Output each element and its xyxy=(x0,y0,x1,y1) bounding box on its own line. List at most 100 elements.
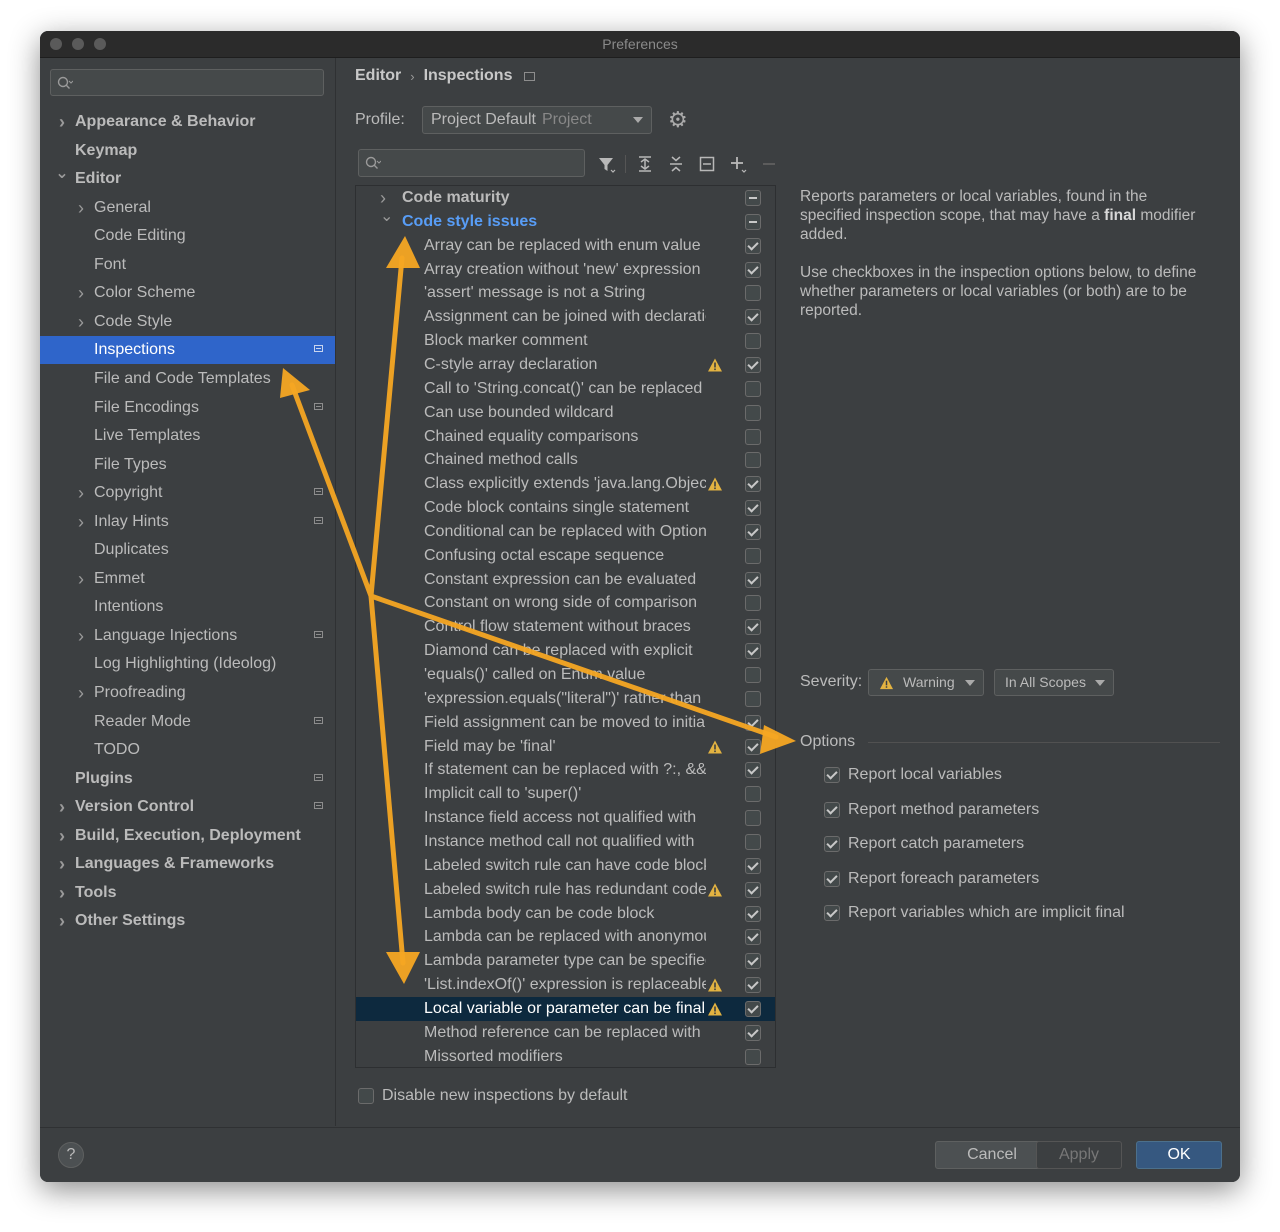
inspection-row[interactable]: Confusing octal escape sequence xyxy=(356,544,775,568)
chevron-right-icon[interactable]: › xyxy=(55,108,69,136)
inspection-row[interactable]: C-style array declaration xyxy=(356,353,775,377)
inspection-checkbox[interactable] xyxy=(745,309,761,326)
inspection-checkbox[interactable] xyxy=(745,285,761,302)
inspection-checkbox[interactable] xyxy=(745,690,761,707)
gear-icon[interactable]: ⚙ xyxy=(668,109,688,131)
sidebar-item-version-control[interactable]: › Version Control xyxy=(40,793,335,821)
chevron-right-icon[interactable]: › xyxy=(74,194,88,222)
inspection-row[interactable]: Labeled switch rule can have code block xyxy=(356,854,775,878)
inspection-row[interactable]: Implicit call to 'super()' xyxy=(356,782,775,806)
filter-icon[interactable] xyxy=(596,153,618,175)
inspection-checkbox[interactable] xyxy=(745,810,761,827)
sidebar-item-plugins[interactable]: Plugins xyxy=(40,765,335,793)
inspection-checkbox[interactable] xyxy=(745,905,761,922)
inspection-row[interactable]: Lambda parameter type can be specified xyxy=(356,949,775,973)
inspection-checkbox[interactable] xyxy=(745,261,761,278)
sidebar-item-file-encodings[interactable]: File Encodings xyxy=(40,394,335,422)
sidebar-item-color-scheme[interactable]: › Color Scheme xyxy=(40,279,335,307)
inspection-row[interactable]: Call to 'String.concat()' can be replace… xyxy=(356,377,775,401)
inspection-checkbox[interactable] xyxy=(745,738,761,755)
inspection-checkbox[interactable] xyxy=(745,714,761,731)
option-checkbox[interactable] xyxy=(824,836,840,852)
inspection-row[interactable]: Constant expression can be evaluated xyxy=(356,568,775,592)
expand-all-icon[interactable] xyxy=(634,153,656,175)
chevron-right-icon[interactable]: › xyxy=(74,479,88,507)
sidebar-item-general[interactable]: › General xyxy=(40,194,335,222)
sidebar-item-reader-mode[interactable]: Reader Mode xyxy=(40,708,335,736)
sidebar-item-todo[interactable]: TODO xyxy=(40,736,335,764)
sidebar-item-keymap[interactable]: Keymap xyxy=(40,137,335,165)
chevron-right-icon[interactable]: › xyxy=(74,565,88,593)
sidebar-item-log-highlighting-ideolog[interactable]: Log Highlighting (Ideolog) xyxy=(40,650,335,678)
inspection-checkbox[interactable] xyxy=(745,571,761,588)
inspection-row[interactable]: Chained equality comparisons xyxy=(356,425,775,449)
inspection-checkbox[interactable] xyxy=(745,356,761,373)
chevron-down-icon[interactable]: ⌄ xyxy=(380,205,393,229)
profile-dropdown[interactable]: Project Default Project xyxy=(422,106,652,134)
inspection-row[interactable]: Method reference can be replaced with xyxy=(356,1021,775,1045)
inspection-checkbox[interactable] xyxy=(745,547,761,564)
inspection-checkbox[interactable] xyxy=(745,333,761,350)
chevron-right-icon[interactable]: › xyxy=(55,822,69,850)
ok-button[interactable]: OK xyxy=(1136,1141,1222,1169)
inspection-row[interactable]: 'List.indexOf()' expression is replaceab… xyxy=(356,973,775,997)
chevron-down-icon[interactable]: ⌄ xyxy=(55,160,69,188)
inspection-checkbox[interactable] xyxy=(745,643,761,660)
sidebar-item-live-templates[interactable]: Live Templates xyxy=(40,422,335,450)
chevron-right-icon[interactable]: › xyxy=(55,793,69,821)
inspection-checkbox[interactable] xyxy=(745,213,761,230)
chevron-right-icon[interactable]: › xyxy=(74,508,88,536)
chevron-right-icon[interactable]: › xyxy=(55,850,69,878)
inspection-checkbox[interactable] xyxy=(745,452,761,469)
option-checkbox[interactable] xyxy=(824,801,840,818)
remove-icon[interactable] xyxy=(758,153,780,175)
inspection-checkbox[interactable] xyxy=(745,500,761,517)
inspection-checkbox[interactable] xyxy=(745,1000,761,1017)
inspection-checkbox[interactable] xyxy=(745,1024,761,1041)
inspection-row[interactable]: Labeled switch rule has redundant code xyxy=(356,878,775,902)
inspection-row[interactable]: Conditional can be replaced with Optiona… xyxy=(356,520,775,544)
inspection-row[interactable]: 'equals()' called on Enum value xyxy=(356,663,775,687)
sidebar-item-code-editing[interactable]: Code Editing xyxy=(40,222,335,250)
breadcrumb-editor[interactable]: Editor xyxy=(355,67,401,84)
option-checkbox[interactable] xyxy=(824,767,840,783)
inspection-checkbox[interactable] xyxy=(745,619,761,636)
inspection-row[interactable]: Diamond can be replaced with explicit xyxy=(356,639,775,663)
inspection-row[interactable]: Class explicitly extends 'java.lang.Obje… xyxy=(356,472,775,496)
sidebar-item-proofreading[interactable]: › Proofreading xyxy=(40,679,335,707)
inspection-checkbox[interactable] xyxy=(745,523,761,540)
inspection-row[interactable]: Assignment can be joined with declaratio… xyxy=(356,305,775,329)
inspection-row[interactable]: Chained method calls xyxy=(356,448,775,472)
inspection-checkbox[interactable] xyxy=(745,977,761,994)
inspection-row[interactable]: Constant on wrong side of comparison xyxy=(356,591,775,615)
sidebar-item-languages-frameworks[interactable]: › Languages & Frameworks xyxy=(40,850,335,878)
inspection-checkbox[interactable] xyxy=(745,953,761,970)
inspection-row[interactable]: 'assert' message is not a String xyxy=(356,281,775,305)
chevron-right-icon[interactable]: › xyxy=(74,622,88,650)
chevron-right-icon[interactable]: › xyxy=(74,679,88,707)
chevron-right-icon[interactable]: › xyxy=(74,308,88,336)
inspection-row[interactable]: Lambda body can be code block xyxy=(356,902,775,926)
inspection-group[interactable]: ⌄ Code style issues xyxy=(356,208,775,234)
reset-icon[interactable] xyxy=(696,153,718,175)
inspection-group[interactable]: › Code maturity xyxy=(356,186,775,210)
scope-dropdown[interactable]: In All Scopes xyxy=(994,669,1114,696)
chevron-right-icon[interactable]: › xyxy=(55,907,69,935)
severity-dropdown[interactable]: Warning xyxy=(868,669,984,696)
inspection-row[interactable]: Field assignment can be moved to initial… xyxy=(356,711,775,735)
inspection-checkbox[interactable] xyxy=(745,881,761,898)
settings-search-input[interactable] xyxy=(50,69,324,96)
inspection-checkbox[interactable] xyxy=(745,786,761,803)
inspection-checkbox[interactable] xyxy=(745,190,761,206)
sidebar-item-file-types[interactable]: File Types xyxy=(40,451,335,479)
cancel-button[interactable]: Cancel xyxy=(935,1141,1049,1169)
inspection-checkbox[interactable] xyxy=(745,237,761,254)
chevron-right-icon[interactable]: › xyxy=(55,879,69,907)
inspection-checkbox[interactable] xyxy=(745,929,761,946)
inspection-row[interactable]: 'expression.equals("literal")' rather th… xyxy=(356,687,775,711)
sidebar-item-duplicates[interactable]: Duplicates xyxy=(40,536,335,564)
inspection-checkbox[interactable] xyxy=(745,1048,761,1065)
inspection-row[interactable]: Control flow statement without braces xyxy=(356,615,775,639)
sidebar-item-font[interactable]: Font xyxy=(40,251,335,279)
inspection-checkbox[interactable] xyxy=(745,595,761,612)
